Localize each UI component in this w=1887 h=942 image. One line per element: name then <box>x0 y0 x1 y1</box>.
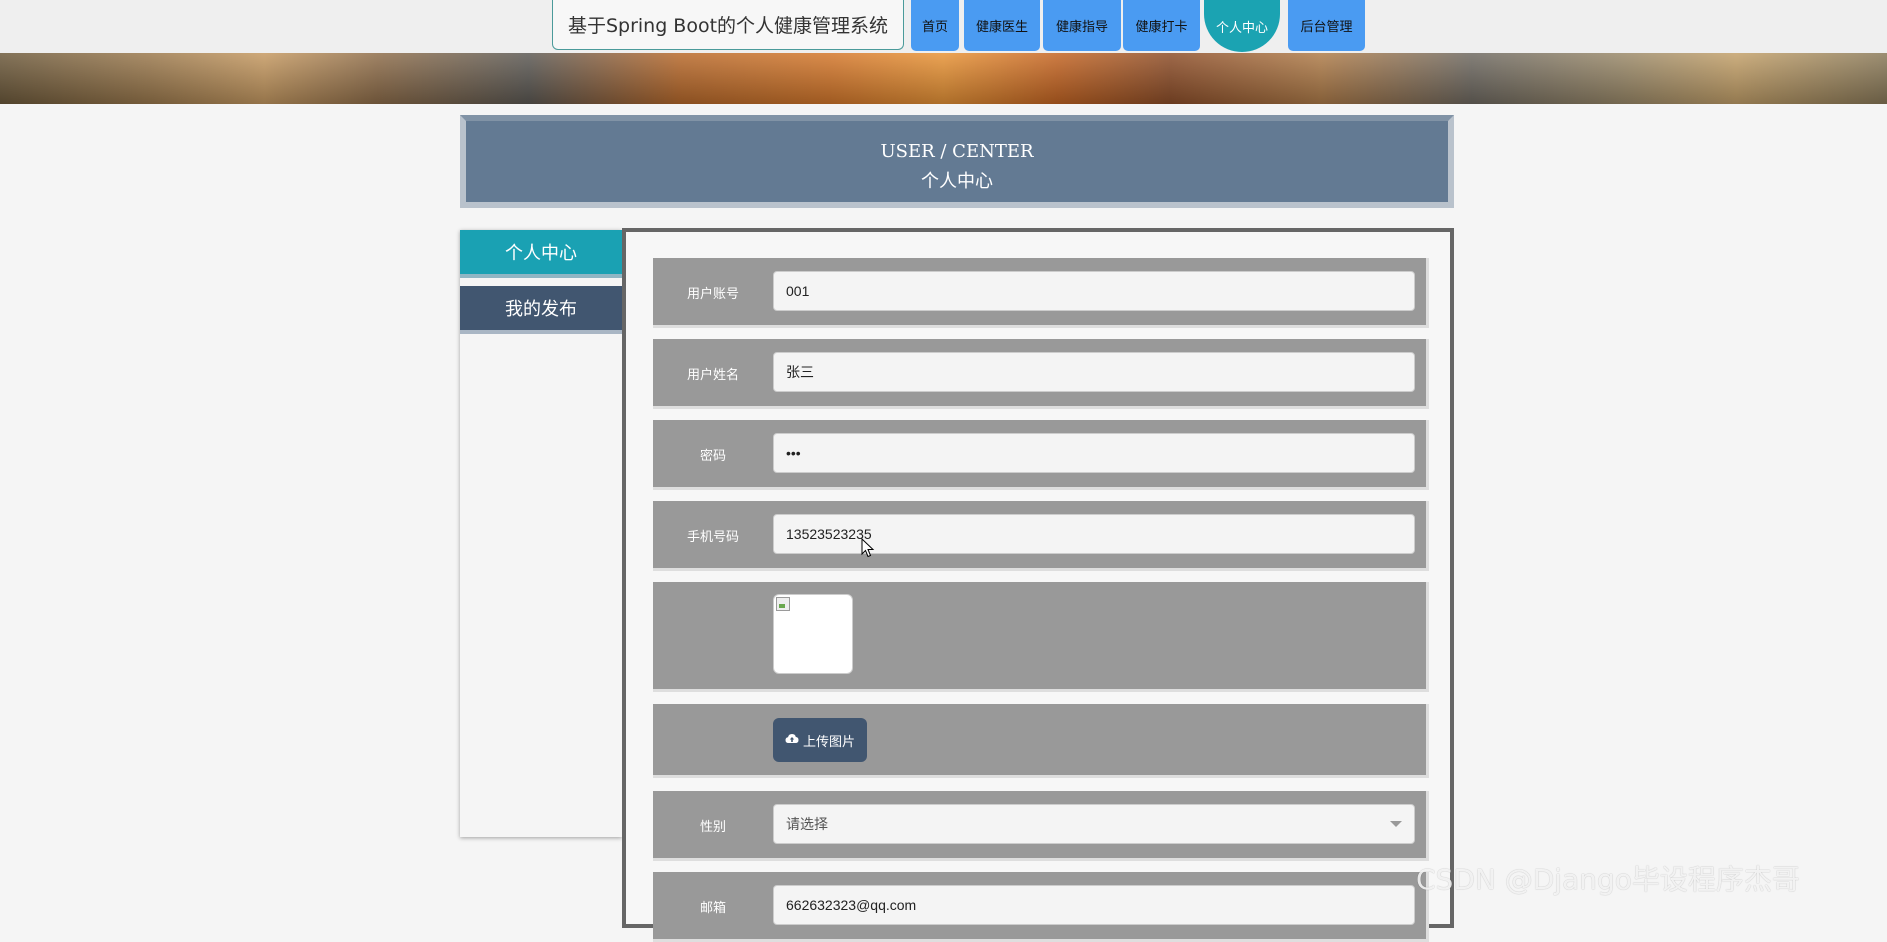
watermark: CSDN @Django毕设程序杰哥 <box>1416 863 1800 896</box>
password-label: 密码 <box>699 449 726 464</box>
profile-form: 用户账号 001 用户姓名 张三 密码 ••• 手机号码 13523523235… <box>622 228 1454 942</box>
page-header-zh: 个人中心 <box>921 171 993 192</box>
form-row-email: 邮箱 662632323@qq.com <box>653 872 1429 942</box>
sidebar-item-my-posts[interactable]: 我的发布 <box>460 286 622 334</box>
nav-admin[interactable]: 后台管理 <box>1288 0 1365 51</box>
email-input[interactable]: 662632323@qq.com <box>773 885 1415 925</box>
name-label: 用户姓名 <box>686 368 739 383</box>
broken-image-icon <box>776 597 790 611</box>
top-navigation-bar: 基于Spring Boot的个人健康管理系统 首页 健康医生 健康指导 健康打卡… <box>0 0 1887 53</box>
form-row-gender: 性别 请选择 <box>653 791 1429 861</box>
gender-select[interactable]: 请选择 <box>773 804 1415 844</box>
dropdown-caret-icon <box>1390 821 1402 827</box>
phone-label: 手机号码 <box>686 530 739 545</box>
form-row-password: 密码 ••• <box>653 420 1429 490</box>
form-row-name: 用户姓名 张三 <box>653 339 1429 409</box>
nav-health-guidance[interactable]: 健康指导 <box>1043 0 1121 51</box>
form-row-phone: 手机号码 13523523235 <box>653 501 1429 571</box>
upload-image-button[interactable]: 上传图片 <box>773 718 867 762</box>
nav-health-checkin[interactable]: 健康打卡 <box>1123 0 1200 51</box>
upload-button-label: 上传图片 <box>802 734 855 750</box>
avatar-preview <box>773 594 853 674</box>
form-row-upload: 上传图片 <box>653 704 1429 778</box>
form-row-account: 用户账号 001 <box>653 258 1429 328</box>
gender-label: 性别 <box>699 820 726 835</box>
sidebar: 个人中心 我的发布 <box>460 230 622 837</box>
password-input[interactable]: ••• <box>773 433 1415 473</box>
account-label: 用户账号 <box>686 287 739 302</box>
sidebar-item-personal-center[interactable]: 个人中心 <box>460 230 622 278</box>
city-banner-image <box>0 53 1887 104</box>
gender-select-value: 请选择 <box>786 816 828 832</box>
cloud-upload-icon <box>785 733 799 748</box>
page-header: USER / CENTER 个人中心 <box>460 115 1454 208</box>
email-label: 邮箱 <box>699 901 726 916</box>
page-header-en: USER / CENTER <box>880 141 1034 162</box>
nav-health-doctor[interactable]: 健康医生 <box>964 0 1040 51</box>
nav-home[interactable]: 首页 <box>911 0 959 51</box>
account-input[interactable]: 001 <box>773 271 1415 311</box>
nav-personal-center[interactable]: 个人中心 <box>1204 0 1280 52</box>
form-row-avatar <box>653 582 1429 692</box>
mouse-pointer-icon <box>861 537 875 562</box>
site-title: 基于Spring Boot的个人健康管理系统 <box>552 0 904 50</box>
name-input[interactable]: 张三 <box>773 352 1415 392</box>
